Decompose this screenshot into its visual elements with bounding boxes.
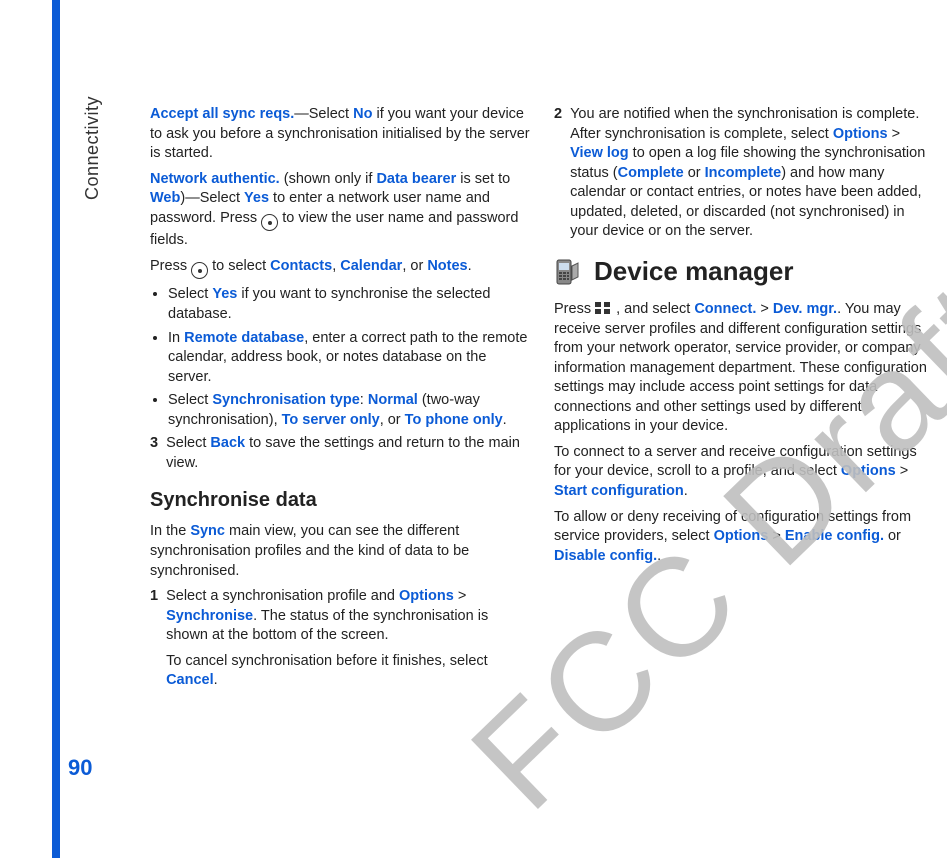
opt-back: Back <box>210 435 245 451</box>
text: : <box>360 392 368 408</box>
text: Press <box>554 301 595 317</box>
list-item: Select Yes if you want to synchronise th… <box>168 285 530 324</box>
para-connect-server: To connect to a server and receive confi… <box>554 443 934 502</box>
step-number: 1 <box>150 587 158 697</box>
para-press-select: Press to select Contacts, Calendar, or N… <box>150 257 530 280</box>
text: . <box>657 548 661 564</box>
para-sync-main: In the Sync main view, you can see the d… <box>150 522 530 581</box>
opt-options: Options <box>399 588 454 604</box>
opt-contacts: Contacts <box>270 258 332 274</box>
opt-options: Options <box>714 528 769 544</box>
opt-no: No <box>353 106 372 122</box>
opt-start-config: Start configuration <box>554 483 684 499</box>
bullet-list: Select Yes if you want to synchronise th… <box>150 285 530 430</box>
text: > <box>454 588 467 604</box>
opt-yes: Yes <box>244 190 269 206</box>
text: to select <box>208 258 270 274</box>
step-body: You are notified when the synchronisatio… <box>570 105 934 242</box>
text: > <box>888 126 901 142</box>
text: , or <box>380 412 405 428</box>
status-incomplete: Incomplete <box>705 165 782 181</box>
list-item: In Remote database, enter a correct path… <box>168 329 530 388</box>
opt-view-log: View log <box>570 145 629 161</box>
heading-device-manager: Device manager <box>554 254 934 290</box>
text: To cancel synchronisation before it fini… <box>166 653 488 669</box>
text: > <box>768 528 785 544</box>
nav-key-icon <box>261 214 278 231</box>
opt-options: Options <box>833 126 888 142</box>
device-manager-icon <box>554 254 584 290</box>
menu-key-icon <box>595 302 612 314</box>
step-number: 3 <box>150 434 158 473</box>
text: (shown only if <box>280 171 377 187</box>
step-1: 1 Select a synchronisation profile and O… <box>150 587 530 697</box>
label-sync: Sync <box>190 523 225 539</box>
opt-options: Options <box>841 463 896 479</box>
text: . <box>214 672 218 688</box>
opt-server-only: To server only <box>282 412 380 428</box>
left-column: Accept all sync reqs.—Select No if you w… <box>150 105 530 697</box>
heading-sync-data: Synchronise data <box>150 487 530 514</box>
text: Select <box>168 392 212 408</box>
page-number: 90 <box>68 753 92 783</box>
right-column: 2 You are notified when the synchronisat… <box>554 105 934 697</box>
opt-dev-mgr: Dev. mgr. <box>773 301 837 317</box>
opt-connect: Connect. <box>694 301 756 317</box>
text: Select a synchronisation profile and Opt… <box>166 587 530 646</box>
page-content: Accept all sync reqs.—Select No if you w… <box>150 105 936 697</box>
text: . <box>503 412 507 428</box>
para-allow-deny: To allow or deny receiving of configurat… <box>554 508 934 567</box>
label-data-bearer: Data bearer <box>376 171 456 187</box>
text: —Select <box>294 106 353 122</box>
label-network-auth: Network authentic. <box>150 171 280 187</box>
opt-web: Web <box>150 190 180 206</box>
opt-yes: Yes <box>212 286 237 302</box>
opt-disable-config: Disable config. <box>554 548 657 564</box>
step-body: Select Back to save the settings and ret… <box>166 434 530 473</box>
opt-synchronise: Synchronise <box>166 608 253 624</box>
opt-cancel: Cancel <box>166 672 214 688</box>
text: Select a synchronisation profile and <box>166 588 399 604</box>
text: In <box>168 330 184 346</box>
label-sync-type: Synchronisation type <box>212 392 359 408</box>
text: or <box>684 165 705 181</box>
text: . <box>684 483 688 499</box>
heading-text: Device manager <box>594 254 793 289</box>
opt-phone-only: To phone only <box>405 412 503 428</box>
para-network-auth: Network authentic. (shown only if Data b… <box>150 170 530 251</box>
text: Select <box>166 435 210 451</box>
para-dev-mgr: Press , and select Connect. > Dev. mgr..… <box>554 300 934 437</box>
text: > <box>756 301 773 317</box>
text: . You may receive server profiles and di… <box>554 301 927 434</box>
text: )—Select <box>180 190 244 206</box>
text: is set to <box>456 171 510 187</box>
text: . <box>468 258 472 274</box>
step-2: 2 You are notified when the synchronisat… <box>554 105 934 242</box>
list-item: Select Synchronisation type: Normal (two… <box>168 391 530 430</box>
opt-normal: Normal <box>368 392 418 408</box>
nav-key-icon <box>191 262 208 279</box>
opt-enable-config: Enable config. <box>785 528 884 544</box>
text: Select <box>168 286 212 302</box>
side-stripe <box>52 0 60 858</box>
step-body: Select a synchronisation profile and Opt… <box>166 587 530 697</box>
text: , or <box>402 258 427 274</box>
section-label: Connectivity <box>80 96 104 200</box>
step-number: 2 <box>554 105 562 242</box>
step-3: 3 Select Back to save the settings and r… <box>150 434 530 473</box>
text: To cancel synchronisation before it fini… <box>166 652 530 691</box>
text: , and select <box>612 301 694 317</box>
para-accept-sync: Accept all sync reqs.—Select No if you w… <box>150 105 530 164</box>
text: > <box>896 463 909 479</box>
label-accept-sync: Accept all sync reqs. <box>150 106 294 122</box>
opt-calendar: Calendar <box>340 258 402 274</box>
text: or <box>884 528 901 544</box>
status-complete: Complete <box>618 165 684 181</box>
text: In the <box>150 523 190 539</box>
label-remote-db: Remote database <box>184 330 304 346</box>
text: Press <box>150 258 191 274</box>
opt-notes: Notes <box>427 258 467 274</box>
